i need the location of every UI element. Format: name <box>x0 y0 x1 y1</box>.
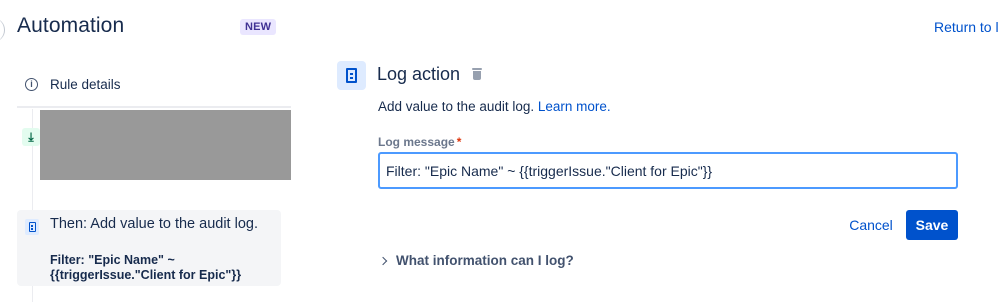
trigger-icon[interactable]: ⤓ <box>22 128 40 146</box>
rule-component-log-action[interactable]: Then: Add value to the audit log. Filter… <box>17 210 281 286</box>
action-card-title: Then: Add value to the audit log. <box>50 216 258 232</box>
return-to-list-link[interactable]: Return to li <box>934 19 999 35</box>
sidebar-divider <box>17 106 291 108</box>
redacted-trigger-block <box>40 110 291 180</box>
new-badge: NEW <box>240 19 277 35</box>
panel-title: Log action <box>377 64 461 84</box>
save-button[interactable]: Save <box>906 210 958 240</box>
document-icon <box>25 219 39 235</box>
log-action-icon <box>337 61 366 90</box>
required-marker: * <box>456 135 462 149</box>
action-card-detail: Filter: "Epic Name" ~ {{triggerIssue."Cl… <box>50 253 242 282</box>
page-title: Automation <box>17 14 125 37</box>
log-message-label: Log message * <box>378 135 461 149</box>
window-edge <box>0 18 5 42</box>
rule-details-item[interactable]: i Rule details <box>17 68 291 100</box>
automation-page: Automation NEW Return to li i Rule detai… <box>0 0 999 302</box>
cancel-button[interactable]: Cancel <box>840 211 902 239</box>
log-message-input[interactable] <box>378 152 958 189</box>
what-can-i-log-expander[interactable]: What information can I log? <box>378 253 574 268</box>
expander-label: What information can I log? <box>396 253 574 268</box>
info-icon: i <box>25 77 38 91</box>
panel-description: Add value to the audit log. Learn more. <box>378 99 611 114</box>
rule-details-label: Rule details <box>50 76 121 92</box>
log-message-label-text: Log message <box>378 135 455 149</box>
chevron-right-icon <box>378 256 388 265</box>
description-text: Add value to the audit log. <box>378 99 535 114</box>
learn-more-link[interactable]: Learn more. <box>538 99 611 114</box>
trash-icon[interactable] <box>471 68 483 81</box>
